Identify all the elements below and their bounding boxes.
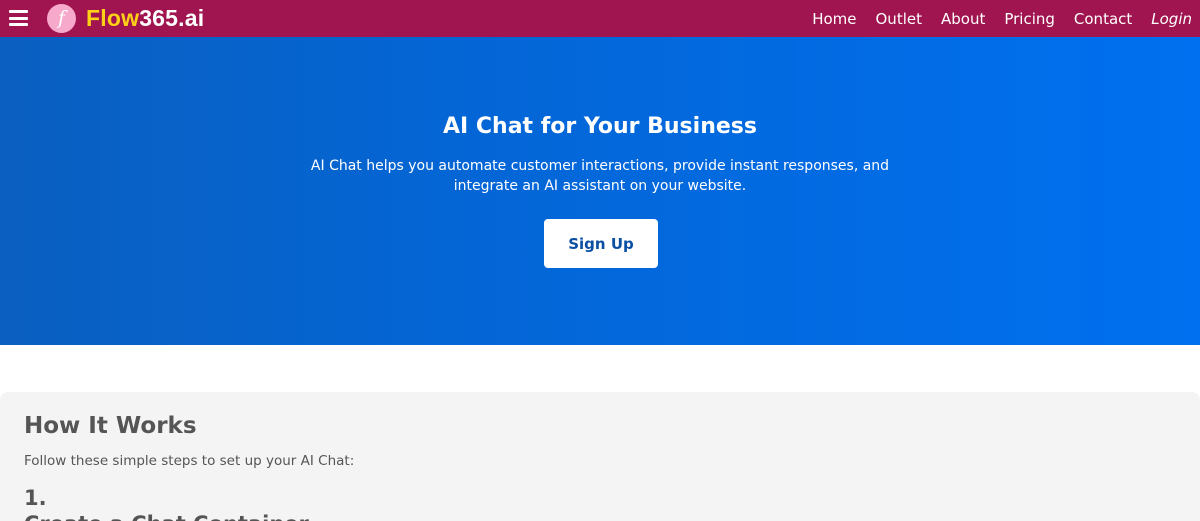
nav-link-outlet[interactable]: Outlet	[876, 10, 922, 28]
menu-icon[interactable]	[9, 8, 28, 28]
brand-name[interactable]: Flow 365.ai	[86, 4, 204, 33]
nav-links: Home Outlet About Pricing Contact Login	[793, 0, 1192, 37]
nav-link-login[interactable]: Login	[1151, 10, 1192, 28]
hero-title: AI Chat for Your Business	[443, 114, 757, 139]
nav-link-home[interactable]: Home	[812, 10, 856, 28]
how-it-works-title: How It Works	[24, 413, 197, 439]
hero-description: AI Chat helps you automate customer inte…	[310, 158, 890, 194]
how-it-works-section: How It Works Follow these simple steps t…	[0, 392, 1200, 521]
top-navbar: f Flow 365.ai Home Outlet About Pricing C…	[0, 0, 1200, 37]
brand-name-part1: Flow	[86, 5, 140, 31]
nav-link-pricing[interactable]: Pricing	[1004, 10, 1055, 28]
nav-link-about[interactable]: About	[941, 10, 985, 28]
step-number: 1.	[24, 486, 47, 510]
logo-icon[interactable]: f	[47, 4, 76, 33]
sign-up-button[interactable]: Sign Up	[544, 219, 658, 268]
nav-link-contact[interactable]: Contact	[1074, 10, 1132, 28]
hero-section: AI Chat for Your Business AI Chat helps …	[0, 37, 1200, 345]
step-title: Create a Chat Container	[24, 512, 309, 521]
brand-name-part2: 365.ai	[139, 5, 205, 31]
how-it-works-subtitle: Follow these simple steps to set up your…	[24, 453, 355, 469]
logo-letter: f	[57, 7, 66, 29]
